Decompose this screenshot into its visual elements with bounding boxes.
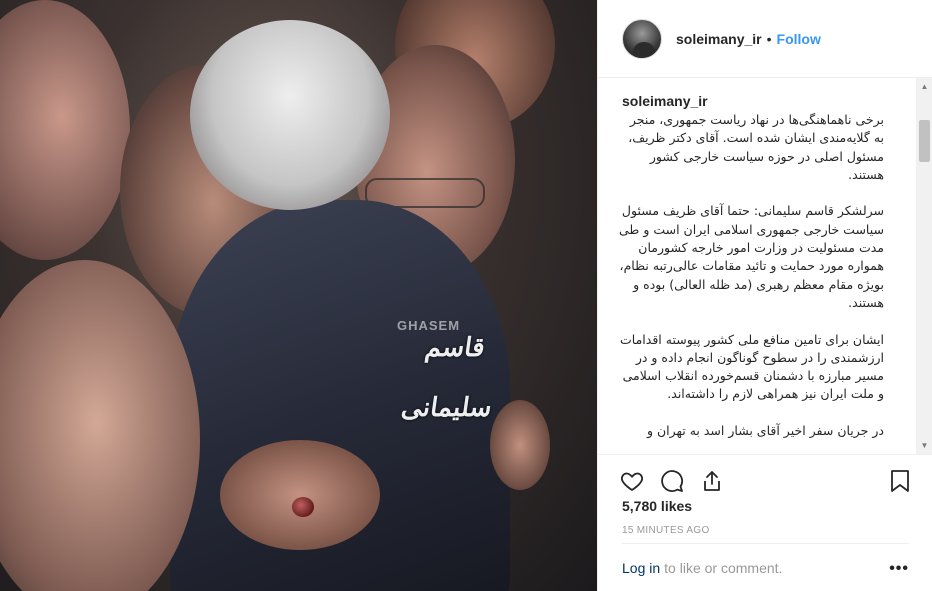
photo-white-hair — [190, 20, 390, 210]
photo-hand — [220, 440, 380, 550]
comment-icon[interactable] — [658, 467, 686, 495]
avatar[interactable] — [622, 18, 662, 59]
scroll-down-arrow-icon[interactable]: ▼ — [916, 437, 932, 454]
scrollbar-thumb[interactable] — [919, 120, 930, 162]
post-timestamp[interactable]: 15 MINUTES AGO — [622, 525, 710, 536]
watermark-logo: قاسم سلیمانی — [399, 333, 494, 423]
caption-scrollbar[interactable]: ▲ ▼ — [916, 78, 932, 454]
photo-hand-right — [490, 400, 550, 490]
share-icon[interactable] — [698, 467, 726, 495]
header-separator: • — [766, 30, 772, 47]
caption-area[interactable]: soleimany_ir برخی ناهماهنگی‌ها در نهاد ر… — [598, 78, 932, 454]
caption-username[interactable]: soleimany_ir — [622, 93, 708, 109]
comment-footer: Log in to like or comment. ••• — [622, 543, 909, 591]
photo-ring — [292, 497, 314, 517]
heart-icon[interactable] — [618, 467, 646, 495]
post-header: soleimany_ir • Follow — [598, 0, 932, 78]
login-prompt-text: to like or comment. — [664, 559, 783, 576]
header-username[interactable]: soleimany_ir — [676, 31, 762, 47]
follow-button[interactable]: Follow — [777, 31, 821, 47]
scroll-up-arrow-icon[interactable]: ▲ — [916, 78, 932, 95]
photo-person-bottom-left — [0, 260, 200, 591]
photo-person-left — [0, 0, 130, 260]
post-photo[interactable]: GHASEM قاسم سلیمانی — [0, 0, 597, 591]
more-options-icon[interactable]: ••• — [889, 560, 909, 578]
bookmark-icon[interactable] — [886, 467, 914, 495]
login-link[interactable]: Log in — [622, 560, 660, 576]
caption-text: برخی ناهماهنگی‌ها در نهاد ریاست جمهوری، … — [619, 112, 884, 439]
post-panel: soleimany_ir • Follow soleimany_ir برخی … — [597, 0, 932, 591]
likes-count[interactable]: 5,780 likes — [622, 498, 692, 514]
